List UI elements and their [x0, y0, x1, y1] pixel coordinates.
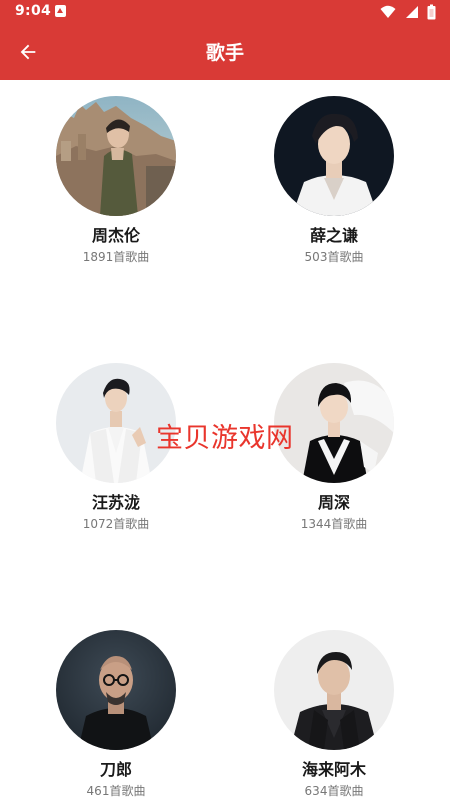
wifi-icon [380, 5, 396, 18]
avatar [274, 363, 394, 483]
singer-card[interactable]: 汪苏泷 1072首歌曲 [26, 363, 206, 532]
avatar [56, 630, 176, 750]
avatar [56, 96, 176, 216]
song-count: 1891首歌曲 [82, 250, 150, 264]
status-bar: 9:04 [0, 0, 450, 24]
singer-name: 周杰伦 [91, 226, 140, 245]
singer-card[interactable]: 周杰伦 1891首歌曲 [26, 96, 206, 265]
signal-icon [405, 6, 418, 18]
toolbar: 歌手 [0, 24, 450, 80]
song-count: 503首歌曲 [304, 250, 364, 264]
singer-card[interactable]: 周深 1344首歌曲 [244, 363, 424, 532]
singer-name: 海来阿木 [301, 760, 366, 779]
singer-name: 汪苏泷 [91, 493, 140, 512]
song-count: 461首歌曲 [86, 784, 146, 798]
singer-card[interactable]: 刀郎 461首歌曲 [26, 630, 206, 799]
battery-icon [427, 4, 436, 20]
notification-icon [55, 5, 66, 17]
avatar [274, 630, 394, 750]
singer-name: 刀郎 [99, 760, 132, 779]
song-count: 1072首歌曲 [82, 517, 150, 531]
page-title: 歌手 [205, 42, 244, 64]
singer-card[interactable]: 海来阿木 634首歌曲 [244, 630, 424, 799]
avatar [56, 363, 176, 483]
song-count: 634首歌曲 [304, 784, 364, 798]
avatar [274, 96, 394, 216]
status-time: 9:04 [15, 3, 52, 19]
song-count: 1344首歌曲 [300, 517, 368, 531]
status-icons [377, 4, 436, 20]
singer-name: 薛之谦 [309, 226, 358, 245]
singer-name: 周深 [317, 493, 350, 512]
singer-card[interactable]: 薛之谦 503首歌曲 [244, 96, 424, 265]
app-screen: 9:04 歌手 周杰伦 1891首歌曲 薛之谦 503首歌曲 汪苏泷 1072首… [0, 0, 450, 800]
